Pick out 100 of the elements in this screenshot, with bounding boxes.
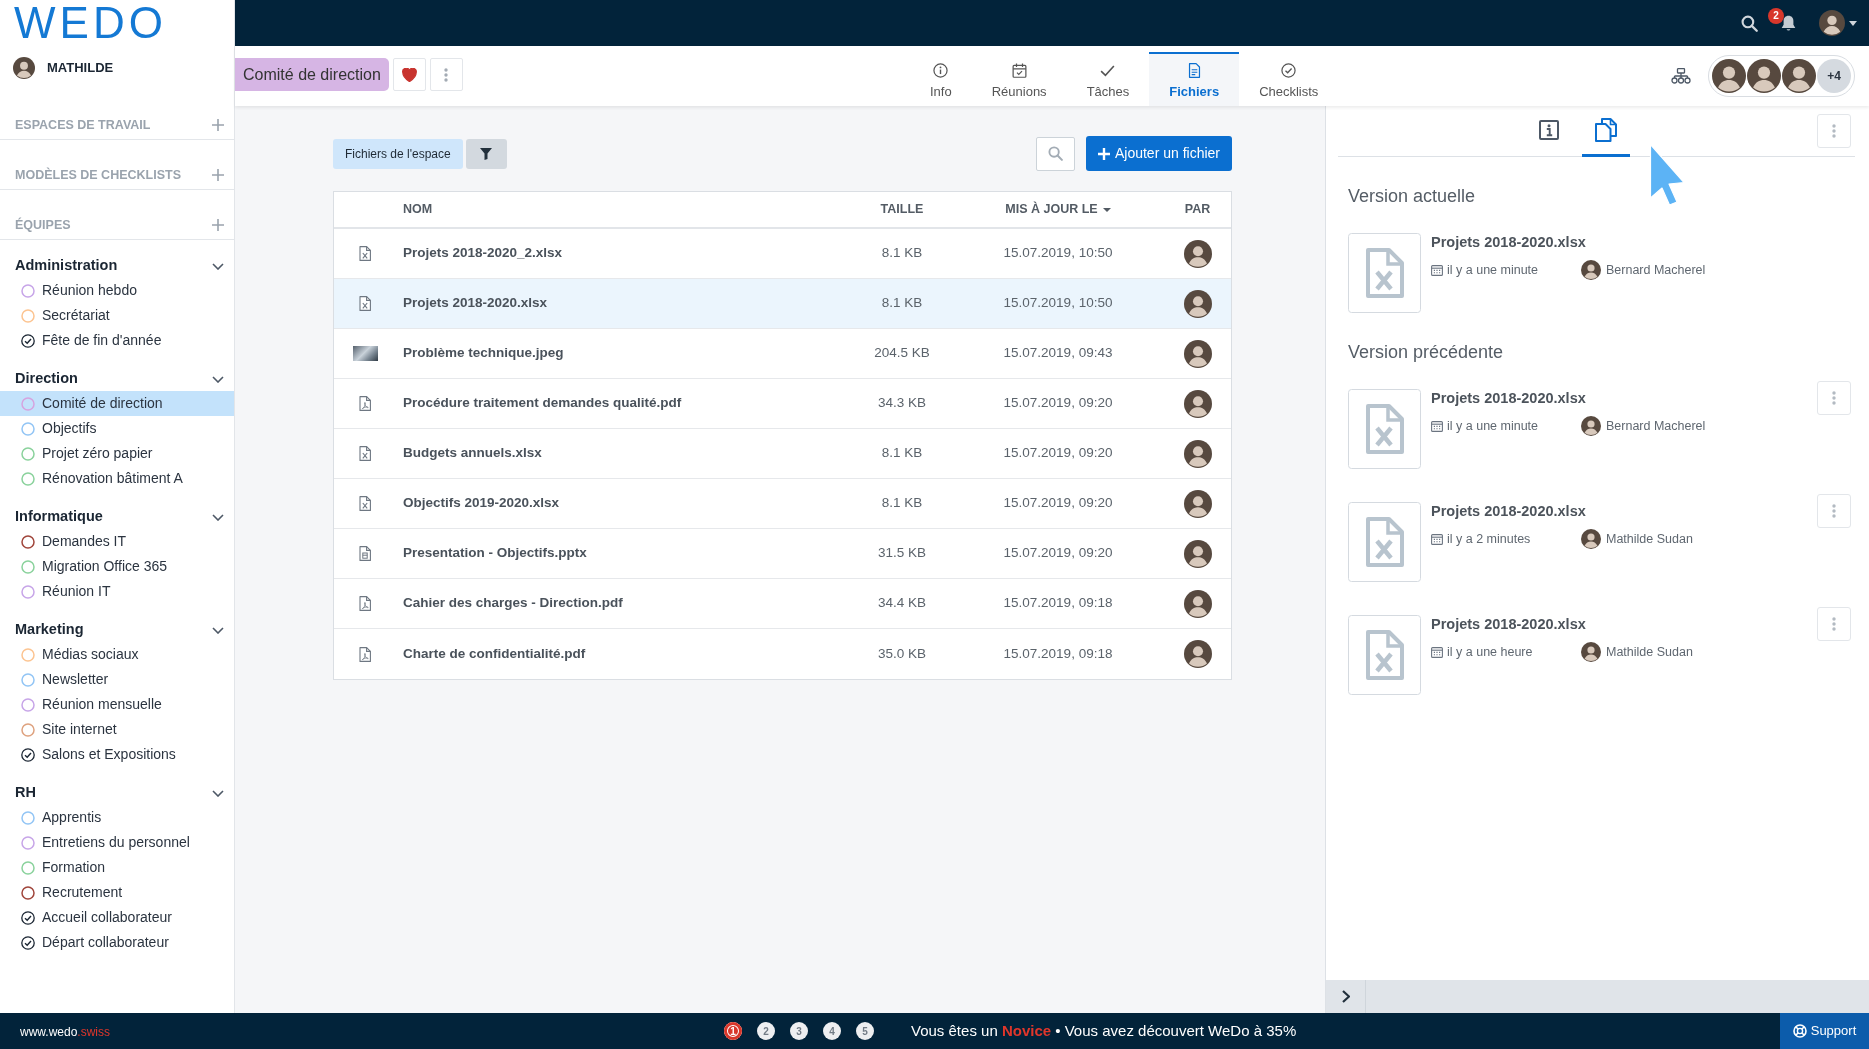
table-row[interactable]: Cahier des charges - Direction.pdf 34.4 KB 15.07.2019, 09:18 — [334, 579, 1231, 629]
sidebar-item[interactable]: Newsletter — [0, 667, 234, 692]
file-thumbnail-icon[interactable] — [1348, 389, 1421, 469]
sidebar-item[interactable]: Objectifs — [0, 416, 234, 441]
chevron-right-icon — [1341, 990, 1350, 1003]
file-name: Objectifs 2019-2020.xlsx — [403, 494, 560, 513]
file-size: 31.5 KB — [877, 544, 926, 563]
sidebar-item[interactable]: Projet zéro papier — [0, 441, 234, 466]
support-button[interactable]: Support — [1780, 1013, 1869, 1049]
author-name: Bernard Macherel — [1606, 417, 1706, 435]
more-icon — [1832, 504, 1836, 518]
sidebar-item[interactable]: Réunion mensuelle — [0, 692, 234, 717]
table-row[interactable]: Charte de confidentialité.pdf 35.0 KB 15.07.2019, 09:18 — [334, 629, 1231, 679]
table-row[interactable]: Procédure traitement demandes qualité.pdf 34.3 KB 15.07.2019, 09:20 — [334, 379, 1231, 429]
column-header[interactable]: PAR — [1184, 200, 1211, 219]
favorite-button[interactable] — [392, 58, 426, 91]
tab[interactable]: Fichiers — [1149, 52, 1240, 106]
sidebar-item[interactable]: Rénovation bâtiment A — [0, 466, 234, 491]
file-thumbnail-icon[interactable] — [1348, 502, 1421, 582]
team-name[interactable]: RH — [15, 782, 36, 804]
plus-icon — [1097, 147, 1110, 160]
tab[interactable]: Info — [910, 52, 972, 106]
step-indicator[interactable]: 2 — [757, 1022, 775, 1040]
file-name: Charte de confidentialité.pdf — [403, 644, 586, 663]
sidebar-item[interactable]: Migration Office 365 — [0, 554, 234, 579]
photo-placeholder — [352, 346, 378, 361]
chevron-down-icon[interactable] — [212, 375, 224, 383]
file-name: Projets 2018-2020.xlsx — [1431, 390, 1586, 406]
file-name: Presentation - Objectifs.pptx — [403, 544, 587, 563]
chevron-down-icon[interactable] — [212, 626, 224, 634]
avatar-icon — [1183, 289, 1212, 318]
avatar-icon — [1581, 260, 1601, 280]
chevron-down-icon[interactable] — [212, 513, 224, 521]
sidebar-item[interactable]: Formation — [0, 855, 234, 880]
sidebar-item[interactable]: Réunion hebdo — [0, 278, 234, 303]
org-chart-icon[interactable] — [1671, 68, 1691, 84]
table-row[interactable]: Budgets annuels.xlsx 8.1 KB 15.07.2019, 09:20 — [334, 429, 1231, 479]
sidebar-item[interactable]: Demandes IT — [0, 529, 234, 554]
step-indicator[interactable]: 4 — [823, 1022, 841, 1040]
step-indicator[interactable]: 5 — [856, 1022, 874, 1040]
file-size: 35.0 KB — [877, 644, 926, 663]
column-header[interactable]: MIS À JOUR LE — [1005, 200, 1111, 219]
status-message: Vous êtes un Novice • Vous avez découvert WeDo à 35% — [911, 1020, 1297, 1041]
sidebar-item[interactable]: Fête de fin d'année — [0, 328, 234, 353]
website-link[interactable]: www.wedo.swiss — [20, 1025, 111, 1039]
sidebar-item[interactable]: Médias sociaux — [0, 642, 234, 667]
calendar-icon — [1431, 533, 1443, 545]
sidebar-item[interactable]: Recrutement — [0, 880, 234, 905]
step-indicator[interactable]: 1 — [724, 1022, 742, 1040]
team-name[interactable]: Marketing — [15, 619, 84, 641]
filter-button[interactable] — [465, 138, 507, 169]
updated-date: 15.07.2019, 09:18 — [1003, 644, 1113, 663]
tab[interactable]: Réunions — [971, 52, 1067, 106]
column-header[interactable]: NOM — [403, 200, 433, 219]
file-size: 34.3 KB — [877, 394, 926, 413]
sidebar-item[interactable]: Entretiens du personnel — [0, 830, 234, 855]
tab[interactable]: Checklists — [1239, 52, 1339, 106]
updated-date: 15.07.2019, 10:50 — [1003, 294, 1113, 313]
chevron-down-icon[interactable] — [212, 789, 224, 797]
calendar-icon — [1431, 420, 1443, 432]
user-name: MATHILDE — [47, 59, 114, 78]
step-indicator[interactable]: 3 — [790, 1022, 808, 1040]
team-name[interactable]: Informatique — [15, 506, 103, 528]
file-size: 8.1 KB — [881, 444, 923, 463]
spreadsheet-file-icon — [359, 246, 371, 261]
pdf-file-icon — [359, 596, 371, 611]
table-row[interactable]: Objectifs 2019-2020.xlsx 8.1 KB 15.07.2019, 09:20 — [334, 479, 1231, 529]
sidebar-item[interactable]: Apprentis — [0, 805, 234, 830]
check-circle-icon — [21, 747, 35, 762]
sidebar-item[interactable]: Comité de direction — [0, 391, 234, 416]
table-row[interactable]: Presentation - Objectifs.pptx 31.5 KB 15.07.2019, 09:20 — [334, 529, 1231, 579]
updated-date: 15.07.2019, 10:50 — [1003, 244, 1113, 263]
presentation-file-icon — [359, 546, 371, 561]
team-name[interactable]: Direction — [15, 368, 78, 390]
sidebar-item[interactable]: Départ collaborateur — [0, 930, 234, 955]
check-circle-icon — [1281, 62, 1297, 78]
table-row[interactable]: Problème technique.jpeg 204.5 KB 15.07.2019, 09:43 — [334, 329, 1231, 379]
chevron-down-icon[interactable] — [212, 262, 224, 270]
author-name: Bernard Macherel — [1606, 261, 1706, 279]
sidebar-item[interactable]: Accueil collaborateur — [0, 905, 234, 930]
scope-button[interactable]: Fichiers de l'espace — [333, 138, 463, 169]
file-thumbnail-icon[interactable] — [1348, 615, 1421, 695]
table-row[interactable]: Projets 2018-2020.xlsx 8.1 KB 15.07.2019, 10:50 — [334, 279, 1231, 329]
calendar-icon — [1011, 62, 1027, 78]
tab[interactable]: Tâches — [1066, 52, 1150, 106]
sidebar-item[interactable]: Site internet — [0, 717, 234, 742]
calendar-icon — [1431, 646, 1443, 658]
sidebar-item[interactable]: Salons et Expositions — [0, 742, 234, 767]
team-name[interactable]: Administration — [15, 255, 118, 277]
bell-icon[interactable] — [1780, 14, 1797, 32]
author-name: Mathilde Sudan — [1606, 643, 1693, 661]
sidebar-item[interactable]: Réunion IT — [0, 579, 234, 604]
column-header[interactable]: TAILLE — [880, 200, 924, 219]
file-thumbnail-icon[interactable] — [1348, 233, 1421, 313]
avatar-icon — [1183, 640, 1212, 668]
search-icon[interactable] — [1741, 14, 1758, 32]
caret-icon[interactable] — [1849, 20, 1857, 26]
add-file-button[interactable]: Ajouter un fichier — [1085, 136, 1232, 171]
sidebar-item[interactable]: Secrétariat — [0, 303, 234, 328]
logo[interactable]: WEDO — [14, 3, 167, 43]
